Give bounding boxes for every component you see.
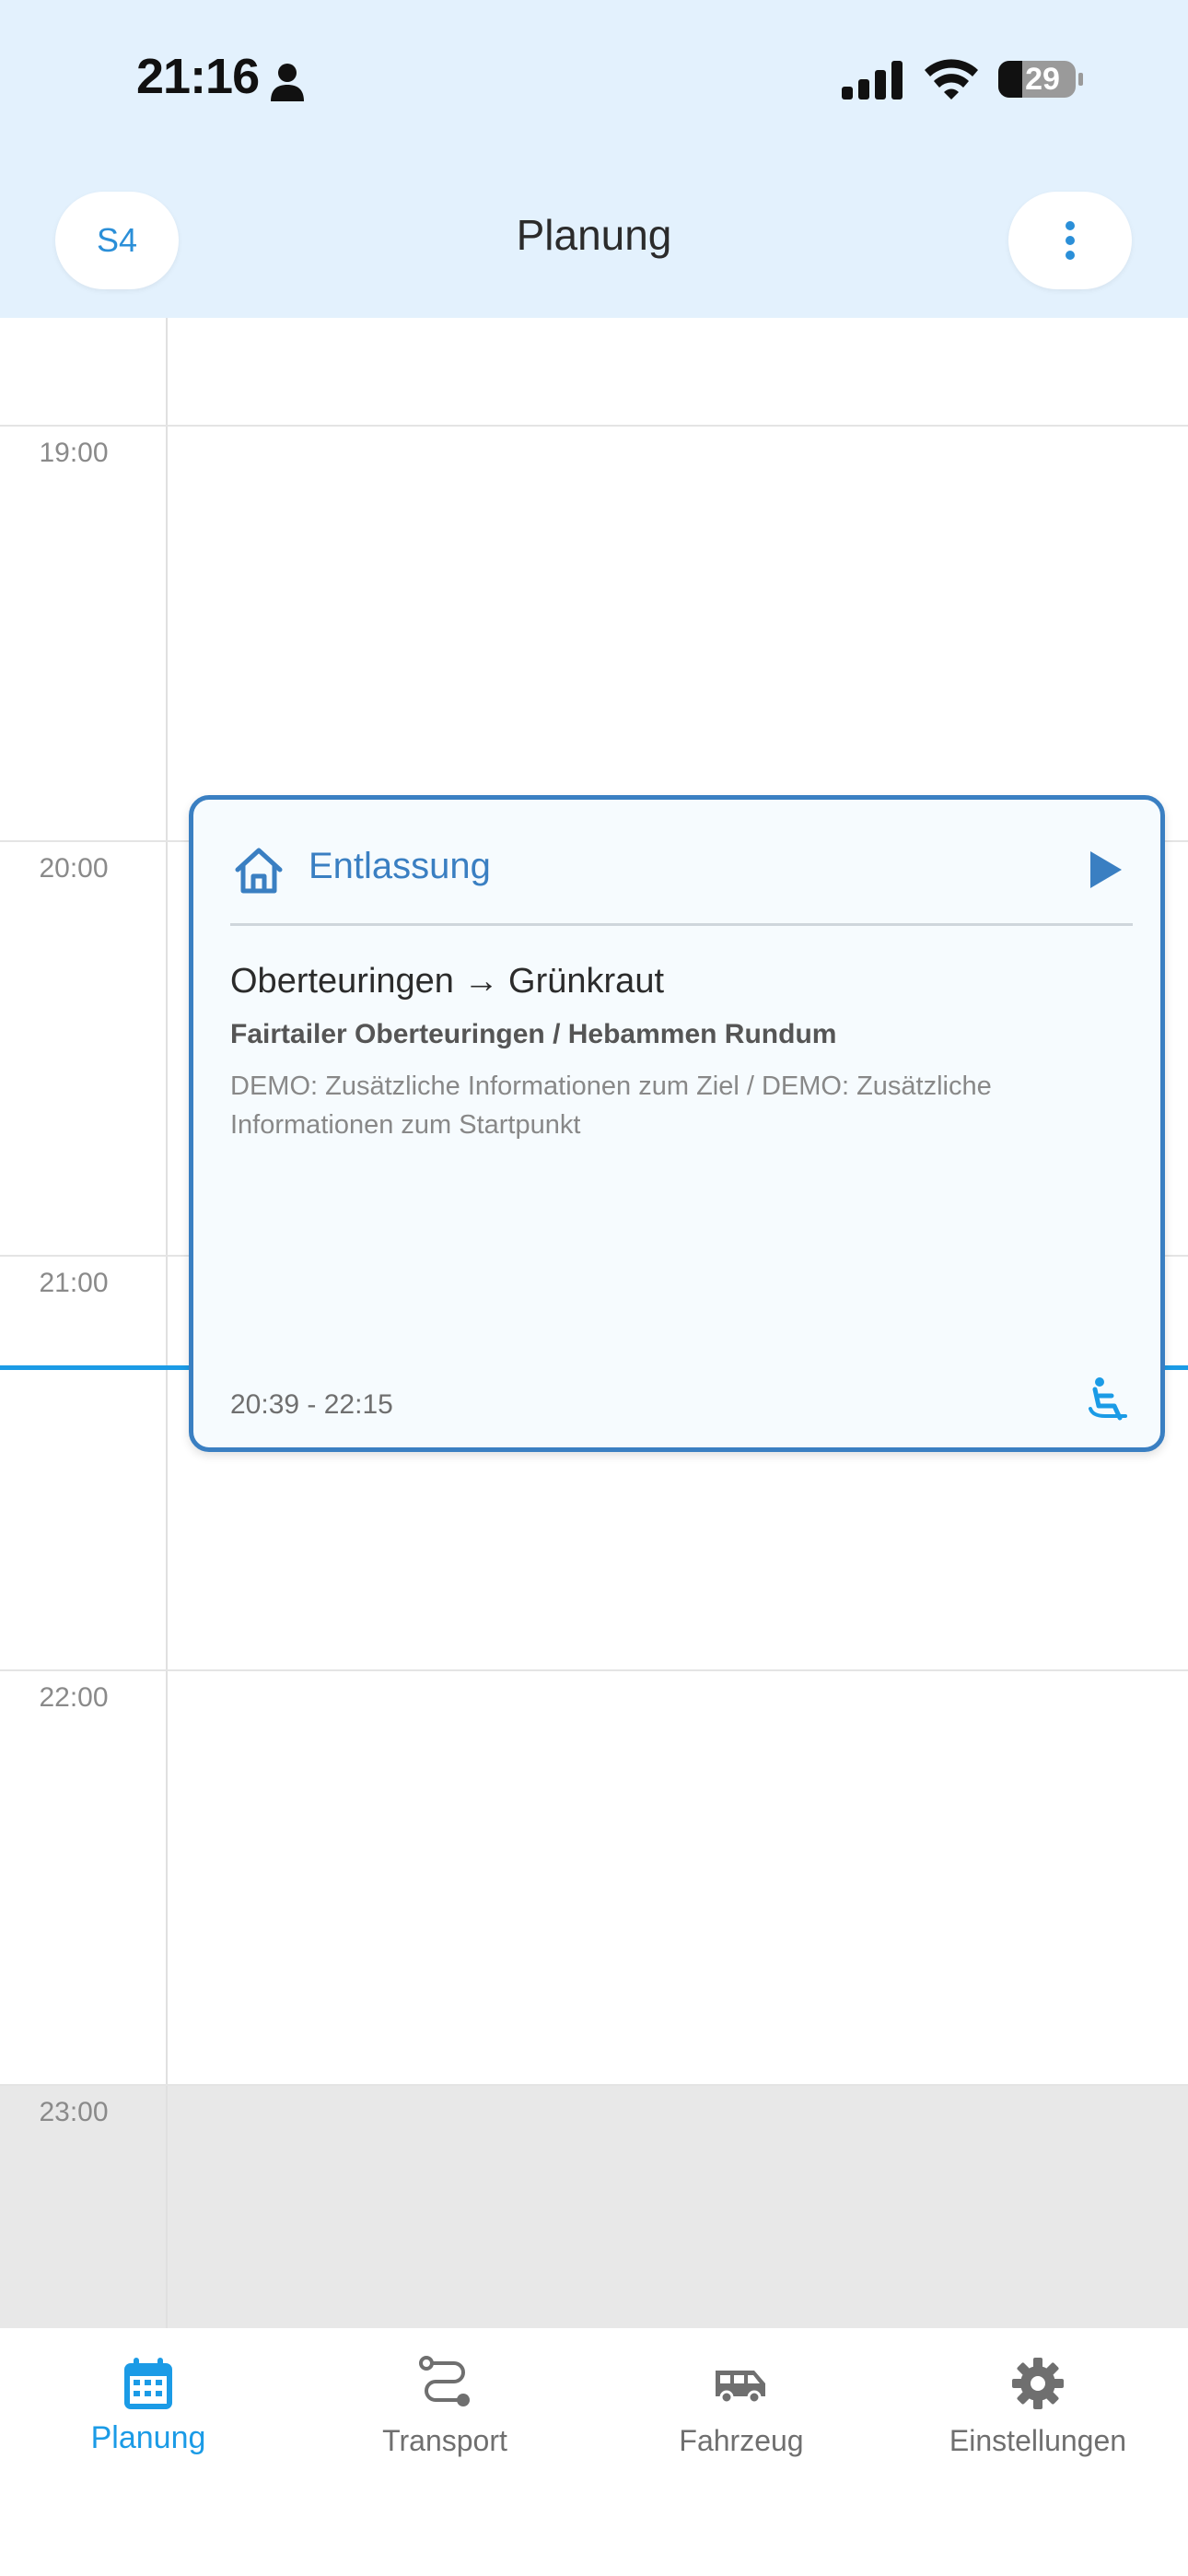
nav-item-planung[interactable]: Planung — [0, 2328, 297, 2512]
nav-label: Einstellungen — [949, 2424, 1127, 2457]
status-time: 21:16 — [136, 49, 260, 104]
nav-item-fahrzeug[interactable]: Fahrzeug — [593, 2328, 890, 2512]
gear-icon — [1012, 2358, 1064, 2409]
planning-screen: 21:16 29 S4 Planung 19:00 20:00 21:00 22… — [0, 0, 1188, 2576]
hour-label: 22:00 — [39, 1682, 109, 1713]
transport-event-card[interactable]: Entlassung Oberteuringen → Grünkraut Fai… — [189, 795, 1165, 1452]
page-title: Planung — [516, 211, 672, 259]
vehicle-badge-button[interactable]: S4 — [55, 192, 179, 289]
event-time-range: 20:39 - 22:15 — [230, 1389, 393, 1420]
hour-label: 23:00 — [39, 2097, 109, 2127]
more-options-button[interactable] — [1008, 192, 1132, 289]
nav-item-einstellungen[interactable]: Einstellungen — [890, 2328, 1186, 2512]
after-hours-area — [0, 2084, 1188, 2328]
additional-info-text: DEMO: Zusätzliche Informationen zum Ziel… — [230, 1071, 992, 1140]
time-gutter-divider — [166, 318, 168, 2328]
bottom-navigation: Planung Transport Fahrzeug Einstellungen — [0, 2328, 1188, 2576]
hour-line — [0, 2084, 1188, 2086]
hour-line — [0, 1669, 1188, 1671]
van-icon — [716, 2371, 765, 2405]
hour-label: 21:00 — [39, 1268, 109, 1298]
nav-label: Planung — [90, 2420, 206, 2455]
home-icon — [235, 848, 283, 894]
event-type-label: Entlassung — [309, 846, 491, 886]
cellular-signal-icon — [842, 61, 903, 100]
play-icon[interactable] — [1085, 848, 1125, 892]
nav-label: Transport — [382, 2424, 507, 2457]
route-icon — [419, 2356, 470, 2406]
more-vertical-icon — [1066, 221, 1075, 260]
seated-patient-icon — [1089, 1377, 1127, 1421]
battery-level: 29 — [1025, 62, 1060, 97]
calendar-icon — [124, 2358, 172, 2409]
person-icon — [271, 64, 304, 101]
app-header: 21:16 29 S4 Planung — [0, 0, 1188, 318]
nav-label: Fahrzeug — [679, 2424, 804, 2457]
hour-label: 20:00 — [39, 853, 109, 884]
hour-line — [0, 425, 1188, 427]
route-text: Oberteuringen → Grünkraut — [230, 962, 665, 1001]
places-text: Fairtailer Oberteuringen / Hebammen Rund… — [230, 1019, 837, 1049]
hour-label: 19:00 — [39, 438, 109, 468]
nav-item-transport[interactable]: Transport — [297, 2328, 593, 2512]
wifi-icon — [925, 59, 978, 100]
card-divider — [230, 923, 1133, 926]
